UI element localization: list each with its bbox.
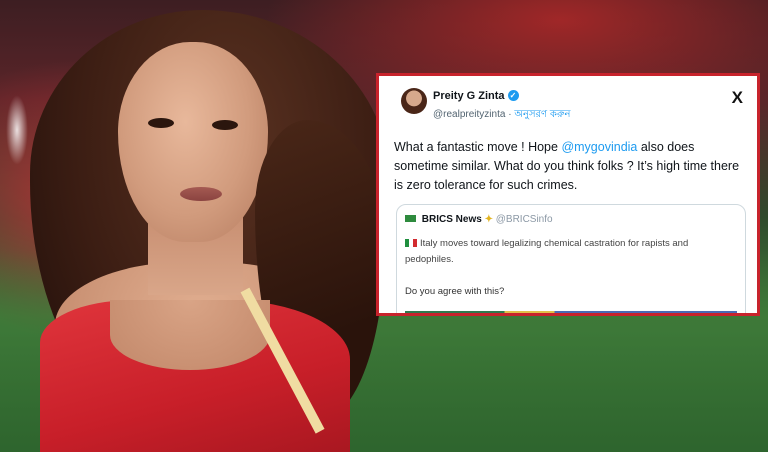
tweet-text-part1: What a fantastic move ! Hope (394, 140, 562, 154)
quoted-question: Do you agree with this? (405, 286, 505, 297)
neckline (110, 300, 270, 370)
quoted-author-name: BRICS News (421, 214, 482, 225)
author-avatar[interactable] (401, 88, 427, 114)
mention-link[interactable]: @mygovindia (561, 140, 637, 154)
quoted-media-preview[interactable] (405, 311, 737, 313)
gold-verified-icon: ✦ (484, 214, 493, 225)
quoted-text: Italy moves toward legalizing chemical c… (405, 236, 725, 268)
tweet-text: What a fantastic move ! Hope @mygovindia… (394, 138, 749, 195)
left-eye (148, 118, 174, 128)
tweet-card: Preity G Zinta ✓ @realpreityzinta · অনুসর… (376, 73, 760, 316)
author-name-row[interactable]: Preity G Zinta ✓ (433, 90, 519, 102)
separator: · (508, 109, 512, 120)
quoted-author-handle: @BRICSinfo (495, 214, 553, 225)
quoted-header: BRICS News ✦ @BRICSinfo (405, 214, 553, 225)
follow-button[interactable]: অনুসরণ করুন (514, 109, 570, 120)
italy-flag-icon (405, 239, 417, 247)
author-name[interactable]: Preity G Zinta (433, 90, 505, 102)
quoted-tweet[interactable]: BRICS News ✦ @BRICSinfo Italy moves towa… (396, 204, 746, 313)
stadium-light (6, 95, 28, 165)
x-logo-icon[interactable]: X (732, 88, 743, 108)
face (118, 42, 268, 242)
handle-row: @realpreityzinta · অনুসরণ করুন (433, 107, 571, 124)
verified-badge-icon: ✓ (507, 90, 519, 101)
quoted-body: Italy moves toward legalizing chemical c… (405, 238, 689, 265)
lips (180, 187, 222, 201)
author-handle[interactable]: @realpreityzinta (433, 109, 505, 120)
brazil-flag-icon (405, 215, 416, 222)
right-eye (212, 120, 238, 130)
